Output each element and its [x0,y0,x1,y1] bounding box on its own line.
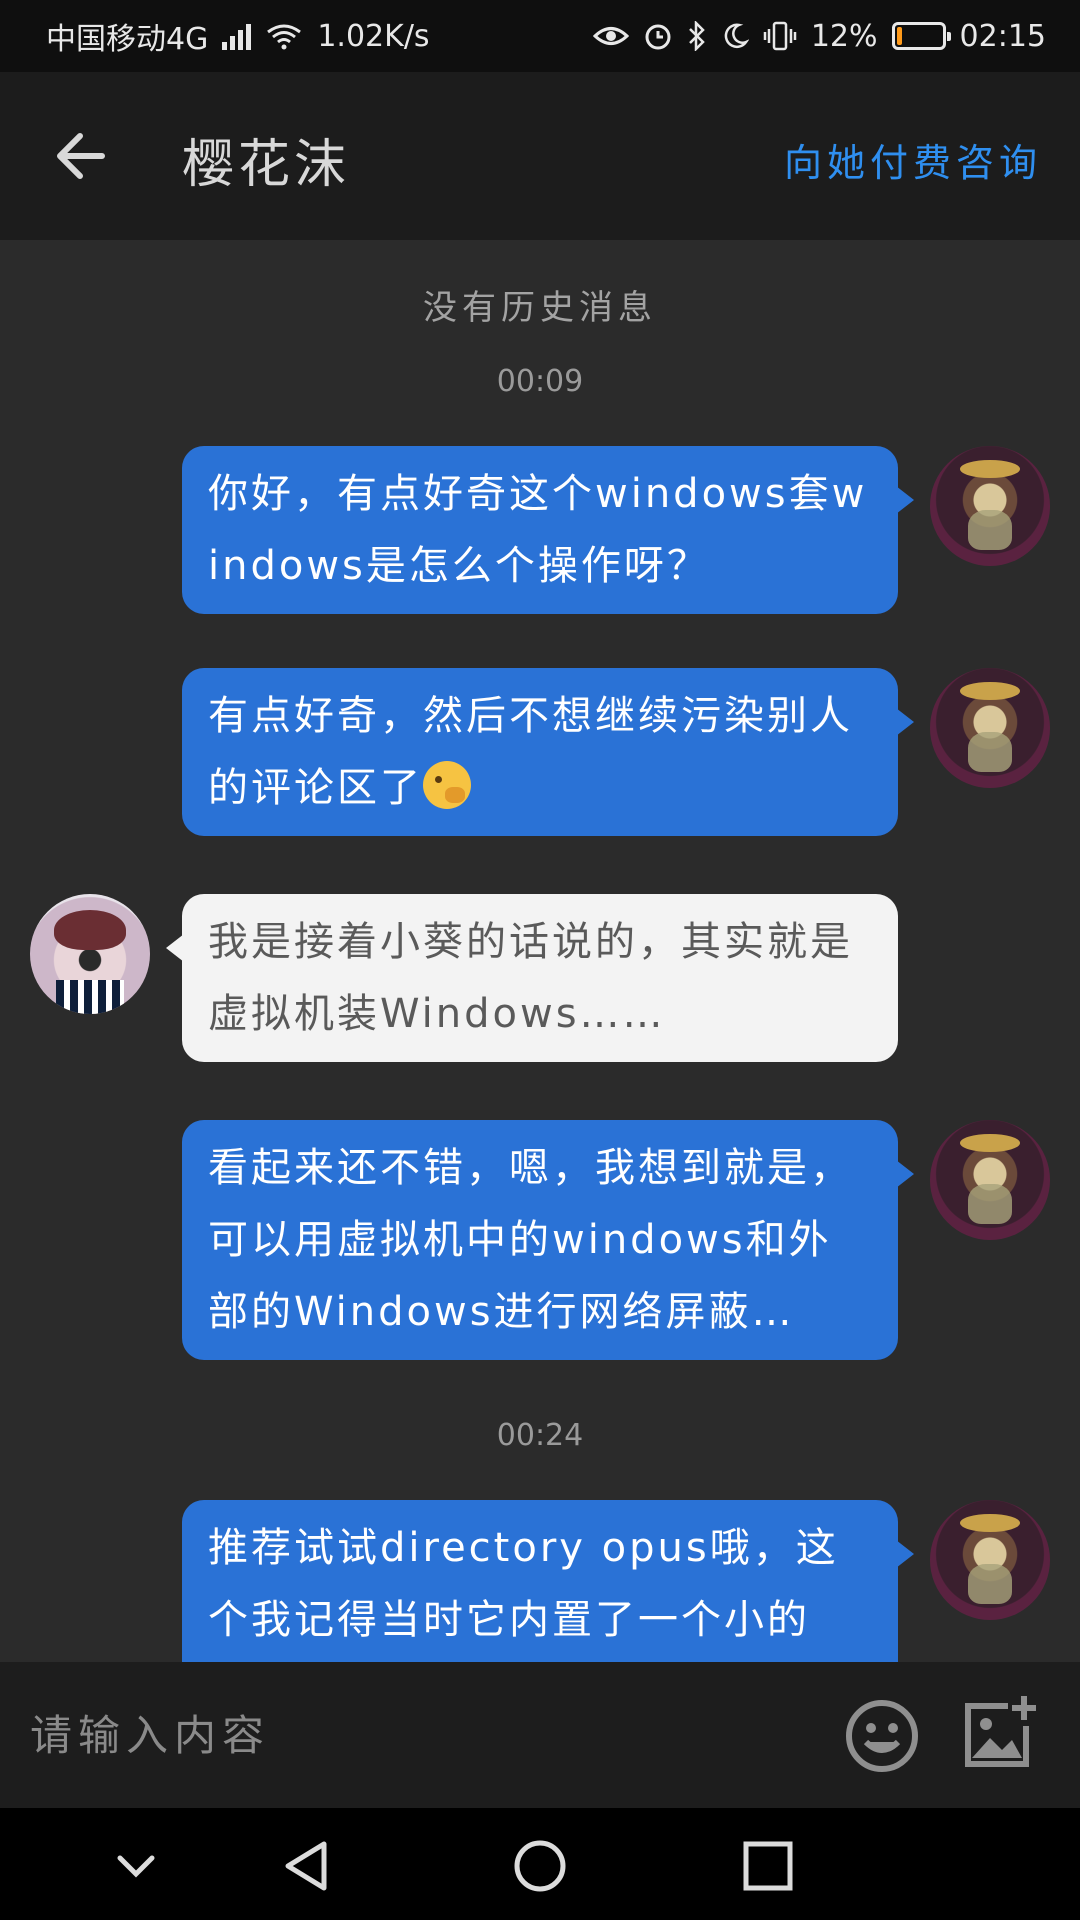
message-bubble-out[interactable]: 推荐试试directory opus哦，这个我记得当时它内置了一个小的 [182,1500,914,1662]
chat-title: 樱花沫 [182,135,351,195]
carrier-label: 中国移动4G [46,22,209,57]
avatar-self[interactable] [930,668,1050,788]
nav-back-button[interactable] [280,1838,336,1894]
back-triangle-icon [285,1841,327,1891]
navigation-bar [0,1808,1080,1920]
back-button[interactable] [52,126,112,186]
message-bubble-out[interactable]: 看起来还不错，嗯，我想到就是，可以用虚拟机中的windows和外部的Window… [182,1120,914,1360]
avatar-self[interactable] [930,1500,1050,1620]
home-circle-icon [514,1840,566,1892]
status-left: 中国移动4G 1.02K/s [46,14,430,58]
image-add-icon [965,1696,1036,1767]
message-bubble-out[interactable]: 你好，有点好奇这个windows套windows是怎么个操作呀？ [182,446,914,614]
battery-icon [891,22,951,50]
hide-nav-button[interactable] [108,1838,164,1894]
covering-mouth-emoji-icon [423,761,471,809]
network-speed: 1.02K/s [317,18,430,54]
timestamp: 00:24 [496,1418,584,1453]
smiley-icon [846,1700,918,1772]
paid-consult-link[interactable]: 向她付费咨询 [784,132,1042,187]
no-history-label: 没有历史消息 [423,288,657,328]
message-text: 有点好奇，然后不想继续污染别人的评论区了 [208,693,853,811]
status-bar: 中国移动4G 1.02K/s 12% 02:15 [0,0,1080,72]
battery-percent: 12% [810,18,878,54]
wifi-icon [267,24,302,50]
bluetooth-icon [688,21,705,51]
chat-header: 樱花沫 向她付费咨询 [0,72,1080,240]
signal-icon [222,22,252,50]
message-bubble-out[interactable]: 有点好奇，然后不想继续污染别人的评论区了 [182,668,914,836]
nav-recent-button[interactable] [740,1838,796,1894]
chevron-down-icon [117,1855,155,1878]
battery-level [896,27,902,45]
vibrate-icon [763,21,797,51]
input-bar [0,1662,1080,1808]
message-list[interactable]: 没有历史消息 00:09 你好，有点好奇这个windows套windows是怎么… [0,240,1080,1662]
avatar-self[interactable] [930,1120,1050,1240]
clock: 02:15 [959,18,1046,54]
image-button[interactable] [960,1692,1040,1772]
status-right: 12% 02:15 [592,18,1046,54]
avatar-other[interactable] [30,894,150,1014]
eye-icon [592,27,629,45]
arrow-left-icon [57,133,105,179]
recent-square-icon [743,1841,793,1891]
emoji-button[interactable] [844,1698,920,1774]
alarm-icon [645,24,671,50]
timestamp: 00:09 [496,364,584,399]
message-input[interactable] [30,1700,810,1770]
moon-icon [724,23,749,49]
message-bubble-in[interactable]: 我是接着小葵的话说的，其实就是虚拟机装Windows…… [166,894,898,1062]
chat-screen: 中国移动4G 1.02K/s 12% 02:15 樱花沫 向她付费咨询 没有历史… [0,0,1080,1920]
nav-home-button[interactable] [512,1838,568,1894]
avatar-self[interactable] [930,446,1050,566]
